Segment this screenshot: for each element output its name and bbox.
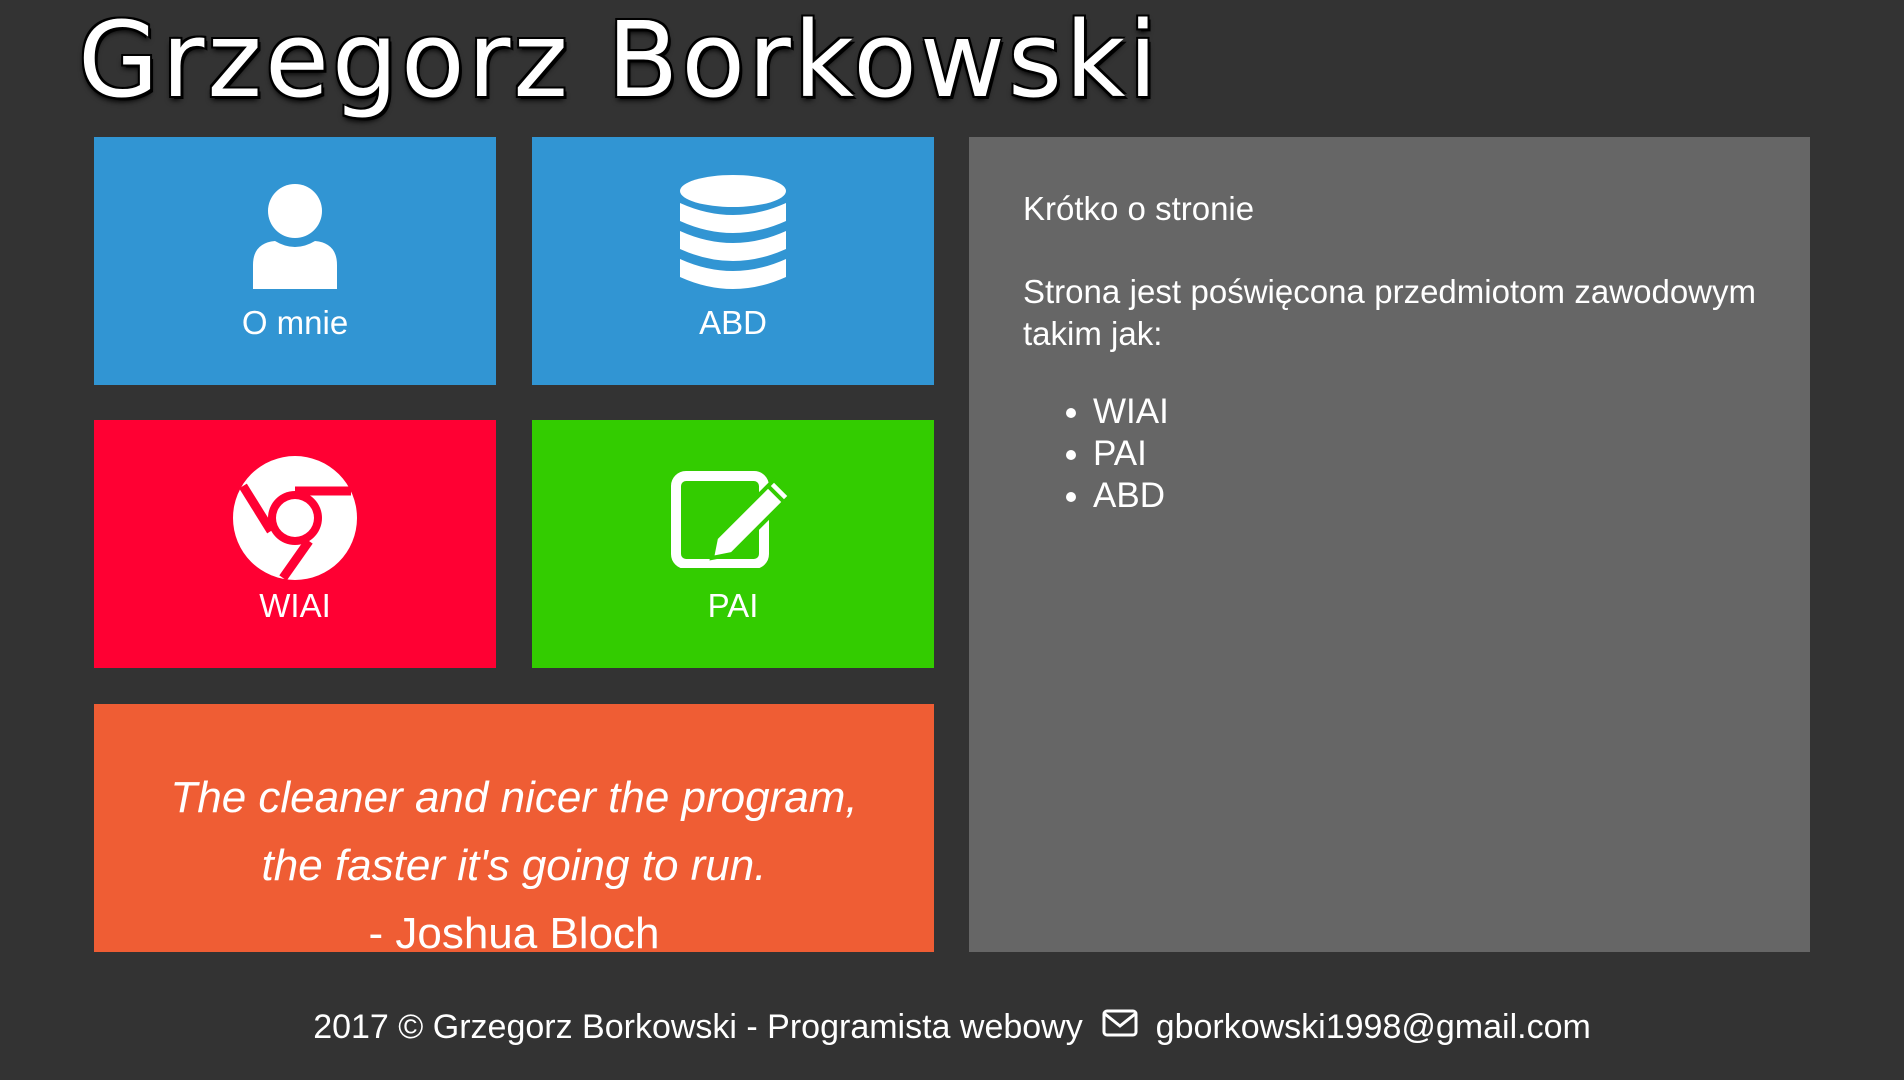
- list-item: ABD: [1093, 475, 1756, 517]
- database-icon: [678, 173, 788, 297]
- edit-icon: [670, 456, 796, 580]
- quote-line: the faster it's going to run.: [261, 841, 767, 890]
- user-icon: [249, 173, 341, 297]
- info-panel: Krótko o stronie Strona jest poświęcona …: [969, 137, 1810, 952]
- tile-label: O mnie: [241, 304, 349, 341]
- info-title: Krótko o stronie: [1023, 190, 1255, 227]
- quote-line: The cleaner and nicer the program,: [170, 773, 858, 822]
- envelope-icon: [1102, 1001, 1138, 1051]
- tile-pai[interactable]: PAI: [532, 420, 934, 668]
- footer-copyright: 2017 © Grzegorz Borkowski - Programista …: [313, 1008, 1083, 1046]
- quote-box: The cleaner and nicer the program, the f…: [94, 704, 934, 958]
- footer: 2017 © Grzegorz Borkowski - Programista …: [0, 1002, 1904, 1054]
- subject-list: WIAI PAI ABD: [1023, 391, 1756, 517]
- list-item: WIAI: [1093, 391, 1756, 433]
- tile-about-me[interactable]: O mnie: [94, 137, 496, 385]
- chrome-icon: [233, 456, 357, 580]
- tile-label: ABD: [699, 304, 767, 341]
- info-paragraph: Strona jest poświęcona przedmiotom zawod…: [1023, 273, 1756, 352]
- site-logo[interactable]: Grzegorz Borkowski: [78, 0, 1160, 130]
- tile-label: WIAI: [259, 587, 331, 624]
- tile-abd[interactable]: ABD: [532, 137, 934, 385]
- tile-label: PAI: [707, 587, 759, 624]
- quote-author: - Joshua Bloch: [368, 909, 660, 958]
- tile-wiai[interactable]: WIAI: [94, 420, 496, 668]
- list-item: PAI: [1093, 433, 1756, 475]
- footer-email-link[interactable]: gborkowski1998@gmail.com: [1156, 1008, 1591, 1046]
